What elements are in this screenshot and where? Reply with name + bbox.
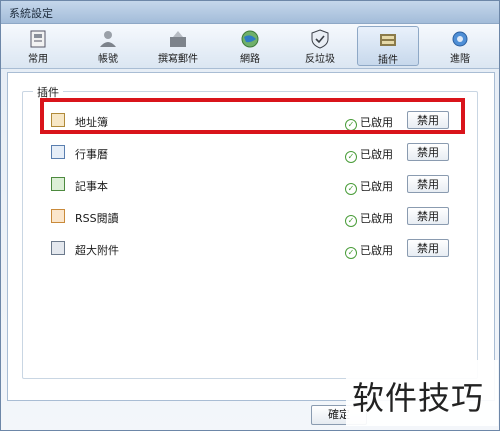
window-title: 系統設定 [9, 7, 53, 20]
tab-account[interactable]: 帳號 [77, 26, 139, 66]
plugin-name: 記事本 [75, 180, 108, 193]
plugin-row: 行事曆 ✓ 已啟用 禁用 [45, 142, 465, 166]
plugin-name: 行事曆 [75, 148, 108, 161]
plugin-row: 地址簿 ✓ 已啟用 禁用 [45, 110, 465, 134]
tab-advanced[interactable]: 進階 [429, 26, 491, 66]
user-icon [100, 31, 116, 47]
notepad-icon [51, 177, 65, 191]
plugin-status: ✓ 已啟用 [345, 178, 393, 195]
calendar-icon [51, 145, 65, 159]
plugin-name: 超大附件 [75, 244, 119, 257]
plugin-name: 地址簿 [75, 116, 108, 129]
gear-icon [452, 31, 468, 47]
plugin-status: ✓ 已啟用 [345, 146, 393, 163]
check-icon: ✓ [345, 183, 357, 195]
check-icon: ✓ [345, 215, 357, 227]
plugin-icon [380, 34, 396, 46]
addressbook-icon [51, 113, 65, 127]
plugin-row: 超大附件 ✓ 已啟用 禁用 [45, 238, 465, 262]
globe-icon [241, 30, 259, 48]
attachment-icon [51, 241, 65, 255]
compose-icon [170, 31, 186, 47]
shield-icon [311, 29, 329, 49]
plugins-panel: 插件 地址簿 ✓ 已啟用 禁用 行事曆 ✓ 已啟用 禁用 記事本 ✓ 已啟用 禁用 [7, 72, 495, 401]
plugin-row: 記事本 ✓ 已啟用 禁用 [45, 174, 465, 198]
check-icon: ✓ [345, 247, 357, 259]
plugin-status: ✓ 已啟用 [345, 114, 393, 131]
disable-button[interactable]: 禁用 [407, 175, 449, 193]
plugin-name: RSS閱讀 [75, 212, 119, 225]
check-icon: ✓ [345, 151, 357, 163]
title-bar[interactable]: 系統設定 [1, 1, 499, 24]
tab-compose[interactable]: 撰寫郵件 [147, 26, 209, 66]
plugin-status: ✓ 已啟用 [345, 242, 393, 259]
settings-panel-icon [30, 30, 46, 48]
disable-button[interactable]: 禁用 [407, 239, 449, 257]
tab-antispam[interactable]: 反垃圾 [289, 26, 351, 66]
watermark: 软件技巧 [346, 360, 498, 426]
rss-icon [51, 209, 65, 223]
plugins-group: 插件 地址簿 ✓ 已啟用 禁用 行事曆 ✓ 已啟用 禁用 記事本 ✓ 已啟用 禁用 [22, 84, 478, 379]
tab-general[interactable]: 常用 [7, 26, 69, 66]
disable-button[interactable]: 禁用 [407, 111, 449, 129]
tab-network[interactable]: 網路 [219, 26, 281, 66]
disable-button[interactable]: 禁用 [407, 207, 449, 225]
tab-plugins[interactable]: 插件 [357, 26, 419, 66]
disable-button[interactable]: 禁用 [407, 143, 449, 161]
plugin-row: RSS閱讀 ✓ 已啟用 禁用 [45, 206, 465, 230]
group-title: 插件 [33, 84, 63, 100]
watermark-text: 软件技巧 [352, 379, 485, 417]
check-icon: ✓ [345, 119, 357, 131]
settings-toolbar: 常用 帳號 撰寫郵件 網路 反垃圾 插件 進階 [1, 24, 499, 69]
plugin-status: ✓ 已啟用 [345, 210, 393, 227]
